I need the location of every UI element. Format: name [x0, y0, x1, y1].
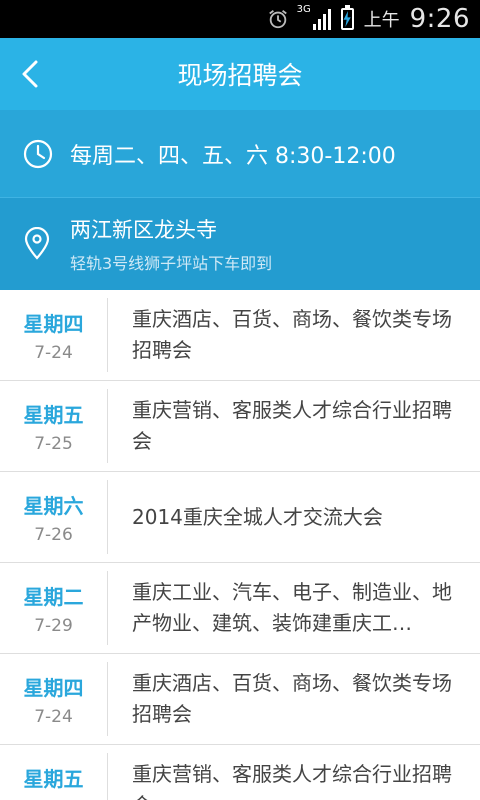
weekday: 星期五 — [23, 402, 84, 427]
location-panel: 两江新区龙头寺 轻轨3号线狮子坪站下车即到 — [0, 198, 480, 290]
weekday: 星期四 — [23, 311, 84, 336]
fair-title: 重庆营销、客服类人才综合行业招聘会 — [132, 762, 452, 800]
date: 7-24 — [34, 342, 73, 363]
date: 7-26 — [34, 524, 73, 545]
location-pin-icon — [24, 227, 50, 260]
list-item[interactable]: 星期六 7-26 2014重庆全城人才交流大会 — [0, 472, 480, 563]
status-time: 9:26 — [409, 4, 470, 34]
status-ampm: 上午 — [363, 10, 400, 31]
schedule-text: 每周二、四、五、六 8:30-12:00 — [70, 143, 396, 169]
back-arrow-icon[interactable] — [14, 56, 50, 92]
network-type: 3G — [296, 4, 311, 15]
list-item[interactable]: 星期四 7-24 重庆酒店、百货、商场、餐饮类专场招聘会 — [0, 654, 480, 745]
date: 7-25 — [34, 433, 73, 454]
date: 7-24 — [34, 706, 73, 727]
clock-icon — [23, 139, 53, 168]
date: 7-29 — [34, 615, 73, 636]
fair-title: 2014重庆全城人才交流大会 — [132, 504, 383, 529]
weekday: 星期四 — [23, 675, 84, 700]
weekday: 星期六 — [23, 493, 84, 518]
location-name: 两江新区龙头寺 — [70, 218, 217, 242]
list-item[interactable]: 星期五7-25 重庆营销、客服类人才综合行业招聘会 — [0, 745, 480, 800]
fair-title: 重庆营销、客服类人才综合行业招聘会 — [132, 398, 452, 453]
location-directions: 轻轨3号线狮子坪站下车即到 — [70, 254, 273, 273]
alarm-icon — [268, 10, 287, 29]
app-header: 现场招聘会 — [0, 38, 480, 110]
job-fair-list: 星期四 7-24 重庆酒店、百货、商场、餐饮类专场招聘会 星期五 7-25 重庆营销… — [0, 290, 480, 800]
signal-icon: 3G — [297, 4, 331, 30]
weekday: 星期二 — [23, 584, 84, 609]
list-item[interactable]: 星期四 7-24 重庆酒店、百货、商场、餐饮类专场招聘会 — [0, 290, 480, 381]
fair-title: 重庆酒店、百货、商场、餐饮类专场招聘会 — [132, 671, 452, 726]
list-item[interactable]: 星期二 7-29 重庆工业、汽车、电子、制造业、地产物业、建筑、装饰建重庆工… — [0, 563, 480, 654]
status-bar: 3G 上午 9:26 — [0, 0, 480, 38]
fair-title: 重庆工业、汽车、电子、制造业、地产物业、建筑、装饰建重庆工… — [132, 580, 452, 635]
fair-title: 重庆酒店、百货、商场、餐饮类专场招聘会 — [132, 307, 452, 362]
page-title: 现场招聘会 — [177, 61, 303, 90]
weekday: 星期五 — [23, 766, 84, 791]
list-item[interactable]: 星期五 7-25 重庆营销、客服类人才综合行业招聘会 — [0, 381, 480, 472]
battery-charging-icon — [340, 5, 354, 30]
schedule-panel: 每周二、四、五、六 8:30-12:00 — [0, 110, 480, 198]
